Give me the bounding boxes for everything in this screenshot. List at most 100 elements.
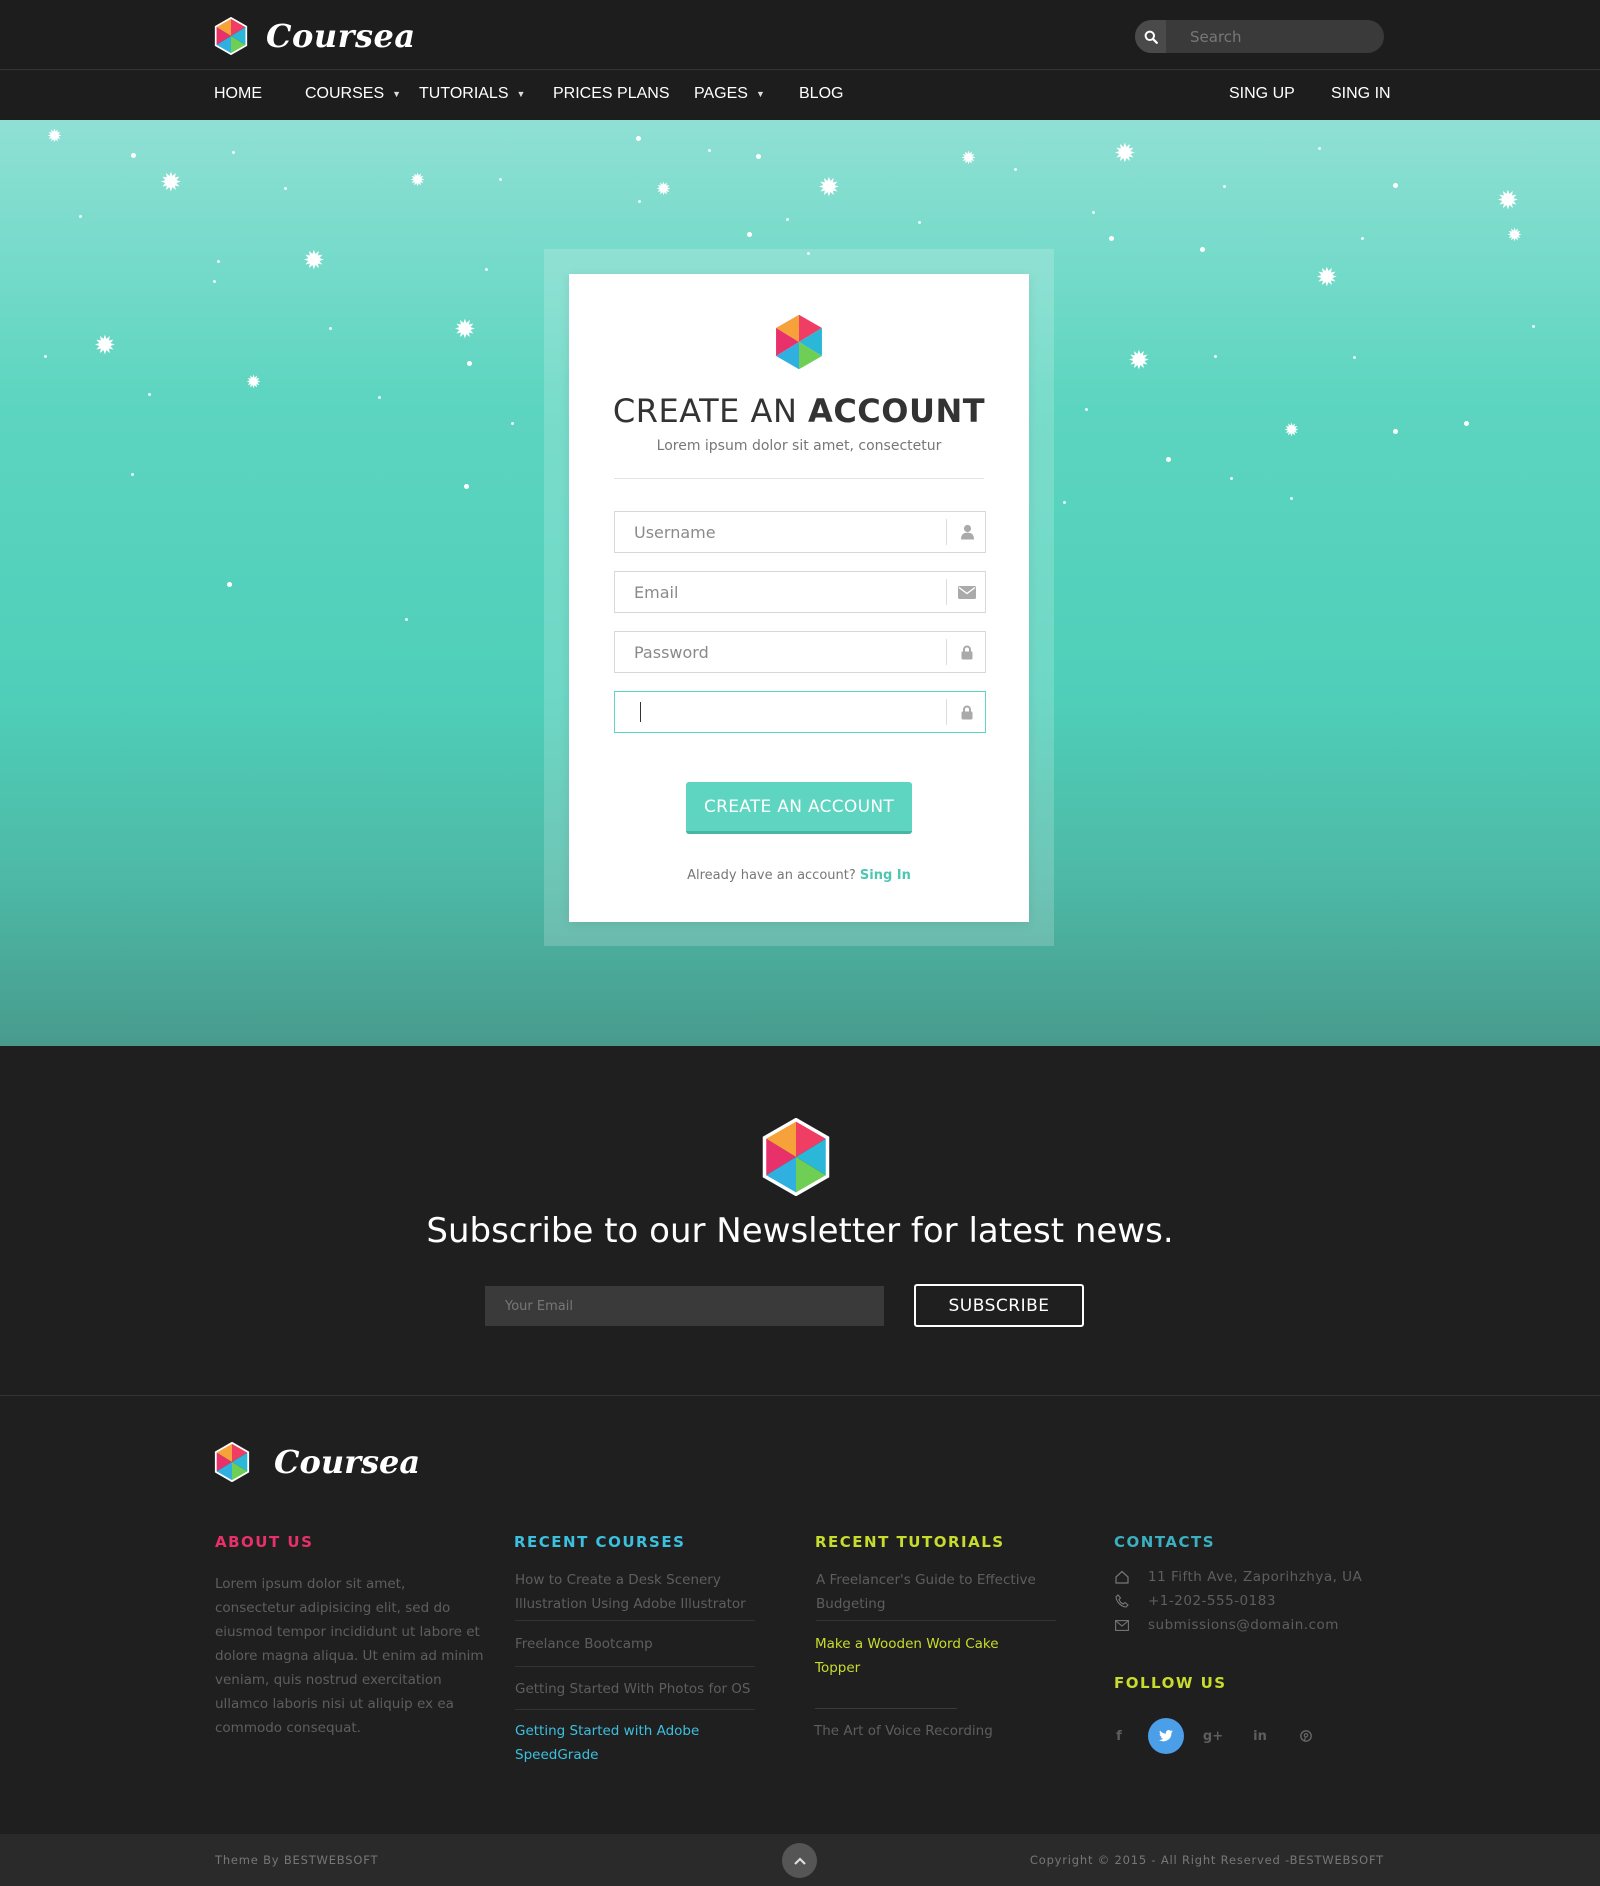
- course-link-active[interactable]: Getting Started with Adobe SpeedGrade: [515, 1719, 730, 1767]
- star-decoration: ✹: [160, 168, 182, 198]
- password-input[interactable]: [615, 632, 945, 672]
- nav-blog[interactable]: BLOG: [799, 85, 843, 103]
- dot-decoration: [1092, 211, 1095, 214]
- nav-tutorials[interactable]: TUTORIALS ▼: [419, 85, 525, 103]
- google-plus-icon[interactable]: g+: [1195, 1718, 1231, 1754]
- nav-courses[interactable]: COURSES ▼: [305, 85, 401, 103]
- signin-link[interactable]: Sing In: [860, 868, 911, 883]
- form-subtitle: Lorem ipsum dolor sit amet, consectetur: [656, 438, 942, 454]
- star-decoration: ✹: [246, 372, 262, 393]
- dot-decoration: [405, 618, 408, 621]
- phone-icon: [1114, 1594, 1130, 1608]
- bottom-bar: Theme By BESTWEBSOFT Copyright © 2015 - …: [0, 1834, 1600, 1886]
- lock-icon: [957, 702, 977, 722]
- divider: [515, 1620, 755, 1621]
- star-decoration: ✹: [1128, 346, 1150, 376]
- dot-decoration: [467, 361, 472, 366]
- footer: Coursea ABOUT US Lorem ipsum dolor sit a…: [0, 1396, 1600, 1834]
- dot-decoration: [1223, 185, 1226, 188]
- nav-sign-up[interactable]: SING UP: [1229, 85, 1295, 103]
- contact-address: 11 Fifth Ave, Zaporihzhya, UA: [1114, 1569, 1362, 1585]
- nav-home[interactable]: HOME: [214, 85, 262, 103]
- username-input[interactable]: [615, 512, 945, 552]
- dot-decoration: [485, 268, 488, 271]
- contact-email[interactable]: submissions@domain.com: [1114, 1617, 1339, 1633]
- hexagon-logo-icon: [214, 1442, 250, 1482]
- dot-decoration: [217, 260, 220, 263]
- create-account-button[interactable]: CREATE AN ACCOUNT: [686, 782, 912, 834]
- twitter-icon[interactable]: [1148, 1718, 1184, 1754]
- chevron-down-icon: ▼: [755, 89, 765, 99]
- dot-decoration: [44, 355, 47, 358]
- star-decoration: ✹: [656, 179, 672, 200]
- signin-prompt: Already have an account? Sing In: [569, 868, 1029, 883]
- username-field: [614, 511, 986, 553]
- facebook-icon[interactable]: f: [1101, 1718, 1137, 1754]
- nav-sign-up-label: SING UP: [1229, 85, 1295, 102]
- star-decoration: ✹: [961, 148, 977, 169]
- recent-courses-heading: RECENT COURSES: [514, 1533, 686, 1551]
- dot-decoration: [747, 232, 752, 237]
- dot-decoration: [131, 153, 136, 158]
- dot-decoration: [1393, 429, 1398, 434]
- dot-decoration: [1353, 356, 1356, 359]
- divider: [816, 1620, 1056, 1621]
- dot-decoration: [1290, 497, 1293, 500]
- dot-decoration: [786, 218, 789, 221]
- dot-decoration: [1214, 355, 1217, 358]
- divider: [515, 1666, 755, 1667]
- dot-decoration: [1014, 168, 1017, 171]
- star-decoration: ✹: [1284, 420, 1300, 441]
- tutorial-link[interactable]: The Art of Voice Recording: [814, 1719, 1079, 1743]
- star-decoration: ✹: [818, 173, 840, 203]
- star-decoration: ✹: [410, 170, 426, 191]
- form-title-bold: ACCOUNT: [808, 392, 986, 430]
- dot-decoration: [131, 473, 134, 476]
- search-button[interactable]: [1135, 20, 1166, 53]
- form-title: CREATE AN ACCOUNT: [569, 392, 1029, 430]
- footer-logo[interactable]: Coursea: [214, 1442, 420, 1482]
- linkedin-icon[interactable]: in: [1242, 1718, 1278, 1754]
- newsletter-section: Subscribe to our Newsletter for latest n…: [0, 1046, 1600, 1396]
- nav-pages[interactable]: PAGES ▼: [694, 85, 765, 103]
- nav-sign-in[interactable]: SING IN: [1331, 85, 1391, 103]
- dot-decoration: [1063, 501, 1066, 504]
- newsletter-email-input[interactable]: [485, 1286, 884, 1326]
- course-link[interactable]: Getting Started With Photos for OS: [515, 1677, 780, 1701]
- about-text: Lorem ipsum dolor sit amet, consectetur …: [215, 1576, 484, 1736]
- chevron-up-icon: [793, 1856, 806, 1865]
- dot-decoration: [329, 327, 332, 330]
- nav-prices-plans[interactable]: PRICES PLANS: [553, 85, 669, 103]
- brand-logo[interactable]: Coursea: [214, 14, 416, 58]
- subscribe-button[interactable]: SUBSCRIBE: [914, 1284, 1084, 1327]
- form-title-light: CREATE AN: [612, 392, 798, 430]
- dot-decoration: [284, 187, 287, 190]
- copyright: Copyright © 2015 - All Right Reserved -B…: [1029, 1853, 1384, 1867]
- star-decoration: ✹: [1497, 186, 1519, 216]
- course-link[interactable]: Freelance Bootcamp: [515, 1632, 780, 1656]
- top-header: Coursea: [0, 0, 1600, 70]
- search-input[interactable]: [1166, 20, 1384, 53]
- field-separator: [946, 579, 947, 605]
- dot-decoration: [378, 396, 381, 399]
- email-input[interactable]: [615, 572, 945, 612]
- follow-heading: FOLLOW US: [1114, 1674, 1227, 1692]
- email-field: [614, 571, 986, 613]
- nav-prices-label: PRICES PLANS: [553, 85, 670, 102]
- dot-decoration: [499, 178, 502, 181]
- user-icon: [957, 522, 977, 542]
- tutorial-link-active[interactable]: Make a Wooden Word Cake Topper: [815, 1632, 1035, 1680]
- dot-decoration: [1085, 408, 1088, 411]
- confirm-password-input[interactable]: [615, 692, 945, 732]
- dot-decoration: [148, 393, 151, 396]
- nav-blog-label: BLOG: [799, 85, 844, 102]
- back-to-top-button[interactable]: [782, 1843, 817, 1878]
- text-cursor: [640, 702, 641, 722]
- pinterest-icon[interactable]: [1288, 1718, 1324, 1754]
- dot-decoration: [1532, 325, 1535, 328]
- course-link[interactable]: How to Create a Desk Scenery Illustratio…: [515, 1568, 780, 1616]
- divider: [515, 1709, 755, 1710]
- tutorial-link[interactable]: A Freelancer's Guide to Effective Budget…: [816, 1568, 1066, 1616]
- confirm-password-field: [614, 691, 986, 733]
- footer-brand-name: Coursea: [274, 1443, 421, 1481]
